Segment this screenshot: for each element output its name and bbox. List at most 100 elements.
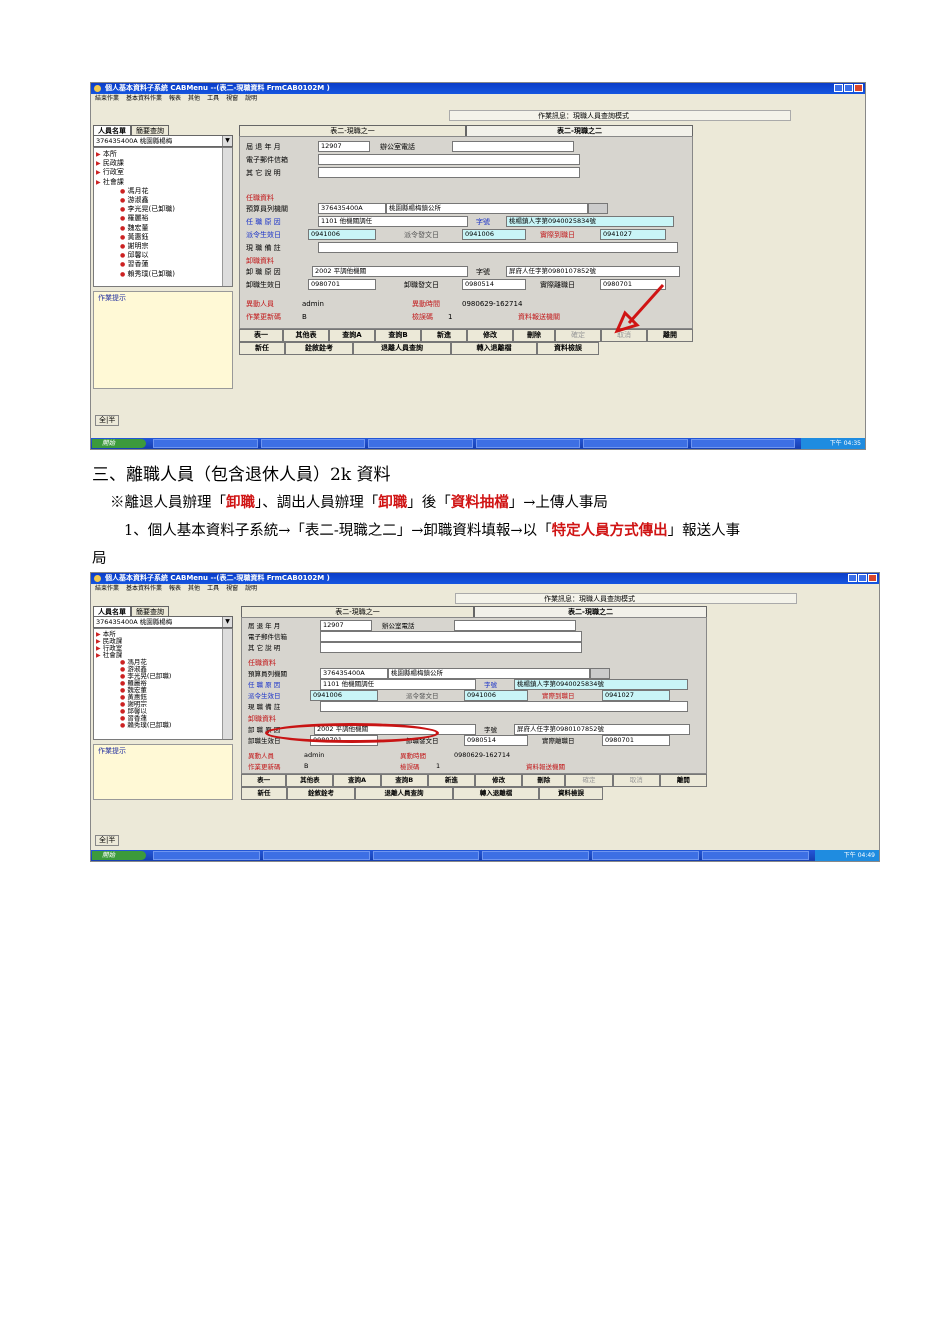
- budget-code-field[interactable]: 376435400A: [320, 667, 388, 679]
- taskbar-item[interactable]: [260, 439, 365, 448]
- tree-person[interactable]: ● 李光晃(已卸職): [96, 673, 218, 681]
- review-button[interactable]: 銓敘銓考: [285, 342, 353, 355]
- email-field[interactable]: [318, 154, 580, 165]
- other-table-button[interactable]: 其他表: [286, 774, 334, 787]
- office-phone-field[interactable]: [452, 141, 574, 152]
- menu-exit[interactable]: 結束作業: [95, 94, 119, 103]
- retired-query-button[interactable]: 退離人員查詢: [353, 342, 451, 355]
- menu-basic-data[interactable]: 基本資料作業: [126, 584, 162, 593]
- query-b-button[interactable]: 查詢B: [375, 329, 421, 342]
- tree-person[interactable]: ● 黃惠鈺: [96, 694, 218, 702]
- tree-person[interactable]: ● 李光晃(已卸職): [96, 205, 218, 214]
- other-field[interactable]: [318, 167, 580, 178]
- tree-node[interactable]: ▶ 社會課: [96, 178, 218, 187]
- tree-person[interactable]: ● 賴秀璞(已卸職): [96, 270, 218, 279]
- leave-reason-select[interactable]: 2002 平調他機關: [312, 266, 468, 277]
- half-width-button[interactable]: 全|半: [95, 415, 120, 426]
- menu-tools[interactable]: 工具: [207, 584, 219, 593]
- maximize-icon[interactable]: [858, 574, 867, 582]
- issue-date-field[interactable]: 0941006: [462, 229, 526, 240]
- tab-current-job-1[interactable]: 表二-現職之一: [241, 606, 474, 617]
- move-to-retired-button[interactable]: 轉入退離檔: [453, 787, 539, 800]
- tree-person[interactable]: ● 魏宏董: [96, 224, 218, 233]
- tab-brief-query[interactable]: 簡要查詢: [131, 606, 169, 616]
- leave-effective-field[interactable]: 0980701: [308, 279, 376, 290]
- taskbar-item[interactable]: [482, 851, 590, 860]
- delete-button[interactable]: 刪除: [513, 329, 555, 342]
- start-button[interactable]: 開始: [92, 851, 146, 860]
- menu-reports[interactable]: 報表: [169, 584, 181, 593]
- half-width-button[interactable]: 全|半: [95, 835, 120, 846]
- chevron-down-icon[interactable]: ▼: [222, 136, 232, 146]
- cancel-button[interactable]: 取消: [612, 774, 660, 787]
- tree-person[interactable]: ● 賴秀璞(已卸職): [96, 722, 218, 730]
- appoint-reason-select[interactable]: 1101 他機關調任: [318, 216, 468, 227]
- menu-tools[interactable]: 工具: [207, 94, 219, 103]
- minimize-icon[interactable]: [834, 84, 843, 92]
- issue-date-field[interactable]: 0941006: [464, 689, 528, 701]
- menu-exit[interactable]: 結束作業: [95, 584, 119, 593]
- other-field[interactable]: [320, 641, 582, 653]
- tree-person[interactable]: ● 謝明宗: [96, 242, 218, 251]
- chevron-down-icon[interactable]: ▼: [222, 617, 232, 627]
- close-icon[interactable]: [854, 84, 863, 92]
- tree-person[interactable]: ● 馮月花: [96, 659, 218, 667]
- tree-person[interactable]: ● 魏宏董: [96, 687, 218, 695]
- org-select[interactable]: 376435400A 桃園縣楊梅 ▼: [93, 616, 233, 628]
- tree-person[interactable]: ● 黃惠鈺: [96, 233, 218, 242]
- move-to-retired-button[interactable]: 轉入退離檔: [451, 342, 537, 355]
- lookup-button[interactable]: [590, 667, 610, 679]
- tree-node[interactable]: ▶ 行政室: [96, 168, 218, 177]
- taskbar-item[interactable]: [690, 439, 795, 448]
- new-entry-button[interactable]: 新進: [427, 774, 475, 787]
- table1-button[interactable]: 表一: [241, 774, 287, 787]
- data-check-button[interactable]: 資料檢誤: [537, 342, 599, 355]
- tree-person[interactable]: ● 習香蓮: [96, 260, 218, 269]
- tree-scrollbar[interactable]: [222, 148, 232, 286]
- menu-help[interactable]: 說明: [245, 584, 257, 593]
- tree-person[interactable]: ● 邱馨以: [96, 708, 218, 716]
- arrive-date-field[interactable]: 0941027: [600, 229, 666, 240]
- taskbar-item[interactable]: [153, 439, 258, 448]
- tab-current-job-2[interactable]: 表二-現職之二: [466, 125, 693, 136]
- tab-brief-query[interactable]: 簡要查詢: [131, 125, 169, 135]
- note-field[interactable]: [320, 700, 688, 712]
- minimize-icon[interactable]: [848, 574, 857, 582]
- table1-button[interactable]: 表一: [239, 329, 283, 342]
- tab-current-job-1[interactable]: 表二-現職之一: [239, 125, 466, 136]
- taskbar-item[interactable]: [262, 851, 370, 860]
- leave-doc-no-field[interactable]: 屏府人任字第0980107852號: [506, 266, 680, 277]
- confirm-button[interactable]: 確定: [565, 774, 613, 787]
- org-select[interactable]: 376435400A 桃園縣楊梅 ▼: [93, 135, 233, 147]
- maximize-icon[interactable]: [844, 84, 853, 92]
- taskbar-item[interactable]: [153, 851, 260, 860]
- tab-person-list[interactable]: 人員名單: [93, 125, 131, 135]
- tree-node[interactable]: ▶ 本所: [96, 150, 218, 159]
- menu-window[interactable]: 視窗: [226, 94, 238, 103]
- appoint-doc-no-field[interactable]: 桃楊鎮人字第0940025834號: [506, 216, 674, 227]
- delete-button[interactable]: 刪除: [522, 774, 566, 787]
- taskbar-item[interactable]: [372, 851, 480, 860]
- office-phone-field[interactable]: [454, 619, 576, 631]
- menu-other[interactable]: 其他: [188, 584, 200, 593]
- appoint-reason-select[interactable]: 1101 他機關調任: [320, 678, 476, 690]
- other-table-button[interactable]: 其他表: [283, 329, 329, 342]
- effective-date-field[interactable]: 0941006: [310, 689, 378, 701]
- effective-date-field[interactable]: 0941006: [308, 229, 376, 240]
- taskbar-item[interactable]: [368, 439, 473, 448]
- note-field[interactable]: [318, 242, 678, 253]
- close-icon[interactable]: [868, 574, 877, 582]
- leave-issue-field[interactable]: 0980514: [464, 734, 528, 746]
- tree-person[interactable]: ● 游淑鑫: [96, 196, 218, 205]
- edit-button[interactable]: 修改: [467, 329, 513, 342]
- taskbar-item[interactable]: [475, 439, 580, 448]
- menu-basic-data[interactable]: 基本資料作業: [126, 94, 162, 103]
- appoint-doc-no-field[interactable]: 桃楊鎮人字第0940025834號: [514, 678, 688, 690]
- tree-person[interactable]: ● 羅麗裕: [96, 214, 218, 223]
- tree-person[interactable]: ● 邱馨以: [96, 251, 218, 260]
- edit-button[interactable]: 修改: [474, 774, 523, 787]
- tree-person[interactable]: ● 馮月花: [96, 187, 218, 196]
- tab-person-list[interactable]: 人員名單: [93, 606, 131, 616]
- new-appoint-button[interactable]: 新任: [241, 787, 287, 800]
- retire-month-field[interactable]: 12907: [318, 141, 370, 152]
